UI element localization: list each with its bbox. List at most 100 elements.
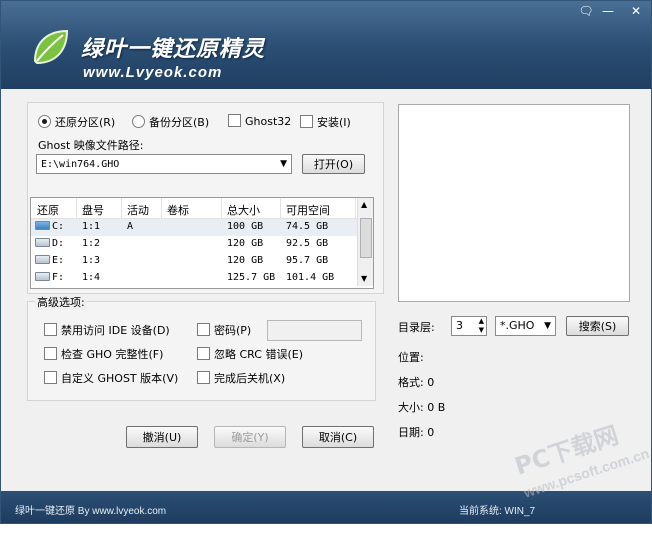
drive-cell: E: — [35, 255, 64, 266]
password-checkbox[interactable]: 密码(P) — [197, 322, 251, 338]
app-website: www.Lvyeok.com — [83, 64, 223, 81]
system-drive-icon — [35, 221, 50, 230]
total-cell: 120 GB — [227, 238, 264, 249]
advanced-title: 高级选项: — [35, 294, 87, 310]
path-value: E:\win764.GHO — [41, 159, 120, 170]
total-cell: 120 GB — [227, 255, 264, 266]
drive-cell: F: — [35, 272, 64, 283]
col-header-restore[interactable]: 还原 — [37, 202, 59, 218]
date-info: 日期: 0 — [398, 426, 435, 439]
footer-system: 当前系统: WIN_7 — [459, 506, 536, 517]
shutdown-checkbox[interactable]: 完成后关机(X) — [197, 370, 285, 386]
partition-table: 还原 盘号 活动 卷标 总大小 可用空间 C: 1:1 A 100 GB 74.… — [30, 197, 374, 289]
cancel-button[interactable]: 取消(C) — [302, 426, 374, 448]
drive-cell: D: — [35, 238, 64, 249]
table-scrollbar[interactable]: ▲ ▼ — [357, 198, 373, 286]
close-button[interactable]: ✕ — [627, 4, 645, 18]
disk-cell: 1:1 — [82, 221, 101, 232]
backup-radio[interactable]: 备份分区(B) — [132, 114, 209, 130]
chevron-down-icon[interactable]: ▼ — [544, 317, 551, 335]
drive-cell: C: — [35, 221, 64, 232]
radio-backup-indicator[interactable] — [132, 115, 145, 128]
ignore-crc-checkbox[interactable]: 忽略 CRC 错误(E) — [197, 346, 303, 362]
total-cell: 100 GB — [227, 221, 264, 232]
feedback-icon[interactable]: 🗨 — [577, 4, 595, 18]
ignore-crc-label: 忽略 CRC 错误(E) — [214, 348, 303, 361]
disable-ide-checkbox[interactable]: 禁用访问 IDE 设备(D) — [44, 322, 170, 338]
scroll-down-icon[interactable]: ▼ — [361, 274, 367, 283]
open-button[interactable]: 打开(O) — [302, 154, 365, 174]
col-header-active[interactable]: 活动 — [127, 202, 149, 218]
table-row[interactable]: F: 1:4 125.7 GB 101.4 GB — [31, 270, 357, 287]
format-info: 格式: 0 — [398, 376, 435, 389]
ghost32-box[interactable] — [228, 114, 241, 127]
ok-button[interactable]: 确定(Y) — [214, 426, 286, 448]
custom-ghost-checkbox[interactable]: 自定义 GHOST 版本(V) — [44, 370, 178, 386]
extension-combobox[interactable]: *.GHO ▼ — [495, 316, 556, 336]
header-banner: 绿叶一键还原精灵 www.Lvyeok.com 🗨 — ✕ — [1, 1, 651, 89]
disable-ide-label: 禁用访问 IDE 设备(D) — [61, 324, 170, 337]
restore-label: 还原分区(R) — [55, 116, 116, 129]
shutdown-label: 完成后关机(X) — [214, 372, 286, 385]
password-label: 密码(P) — [214, 324, 252, 337]
drive-icon — [35, 238, 50, 247]
col-header-label[interactable]: 卷标 — [167, 202, 189, 218]
total-cell: 125.7 GB — [227, 272, 276, 283]
check-gho-box[interactable] — [44, 347, 57, 360]
table-row[interactable]: C: 1:1 A 100 GB 74.5 GB — [31, 219, 357, 236]
custom-ghost-box[interactable] — [44, 371, 57, 384]
location-info: 位置: — [398, 351, 424, 364]
dir-level-spinner[interactable]: 3 ▲ ▼ — [451, 316, 487, 336]
backup-label: 备份分区(B) — [149, 116, 210, 129]
check-gho-checkbox[interactable]: 检查 GHO 完整性(F) — [44, 346, 163, 362]
table-row[interactable]: E: 1:3 120 GB 95.7 GB — [31, 253, 357, 270]
file-list-box[interactable] — [398, 104, 630, 302]
free-cell: 74.5 GB — [286, 221, 329, 232]
col-header-disk[interactable]: 盘号 — [82, 202, 104, 218]
spinner-arrows-icon[interactable]: ▲ ▼ — [479, 317, 484, 335]
drive-icon — [35, 272, 50, 281]
scroll-up-icon[interactable]: ▲ — [361, 200, 367, 209]
size-info: 大小: 0 B — [398, 401, 446, 414]
free-cell: 95.7 GB — [286, 255, 329, 266]
table-row[interactable]: D: 1:2 120 GB 92.5 GB — [31, 236, 357, 253]
main-window: 绿叶一键还原精灵 www.Lvyeok.com 🗨 — ✕ 还原分区(R) 备份… — [0, 0, 652, 524]
shutdown-box[interactable] — [197, 371, 210, 384]
path-label: Ghost 映像文件路径: — [38, 139, 144, 152]
undo-button[interactable]: 撤消(U) — [126, 426, 198, 448]
free-cell: 92.5 GB — [286, 238, 329, 249]
ghost32-checkbox[interactable]: Ghost32 — [228, 114, 291, 128]
custom-ghost-label: 自定义 GHOST 版本(V) — [61, 372, 179, 385]
disk-cell: 1:3 — [82, 255, 101, 266]
disk-cell: 1:2 — [82, 238, 101, 249]
check-gho-label: 检查 GHO 完整性(F) — [61, 348, 164, 361]
col-header-free[interactable]: 可用空间 — [286, 202, 330, 218]
install-checkbox[interactable]: 安装(I) — [300, 114, 351, 130]
disable-ide-box[interactable] — [44, 323, 57, 336]
dir-level-label: 目录层: — [398, 321, 435, 334]
ignore-crc-box[interactable] — [197, 347, 210, 360]
disk-cell: 1:4 — [82, 272, 101, 283]
app-title: 绿叶一键还原精灵 — [81, 37, 266, 62]
restore-radio[interactable]: 还原分区(R) — [38, 114, 115, 130]
leaf-logo-icon — [33, 29, 69, 65]
radio-restore-indicator[interactable] — [38, 115, 51, 128]
chevron-down-icon[interactable]: ▼ — [280, 155, 287, 173]
install-label: 安装(I) — [317, 116, 351, 129]
drive-icon — [35, 255, 50, 264]
scroll-thumb[interactable] — [360, 218, 372, 258]
password-input[interactable] — [267, 320, 362, 341]
extension-value: *.GHO — [500, 319, 535, 332]
install-box[interactable] — [300, 115, 313, 128]
active-cell: A — [127, 221, 134, 232]
search-button[interactable]: 搜索(S) — [566, 316, 629, 336]
table-header: 还原 盘号 活动 卷标 总大小 可用空间 — [31, 198, 357, 219]
footer-credit: 绿叶一键还原 By www.lvyeok.com — [15, 506, 167, 517]
free-cell: 101.4 GB — [286, 272, 335, 283]
col-header-total[interactable]: 总大小 — [227, 202, 260, 218]
ghost32-label: Ghost32 — [245, 115, 292, 128]
minimize-button[interactable]: — — [599, 4, 617, 18]
dir-level-value: 3 — [456, 319, 463, 332]
password-box[interactable] — [197, 323, 210, 336]
path-combobox[interactable]: E:\win764.GHO ▼ — [36, 154, 292, 174]
